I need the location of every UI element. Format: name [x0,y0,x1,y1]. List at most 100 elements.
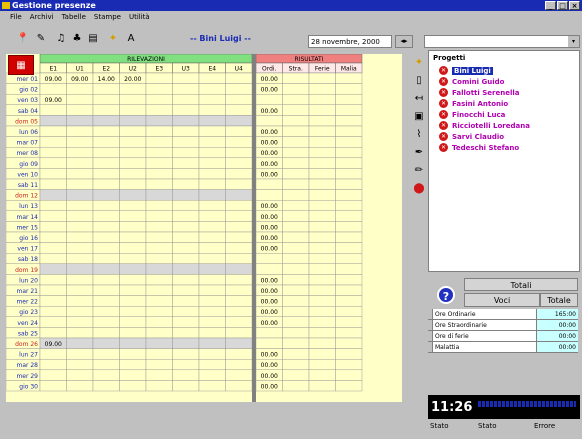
project-item[interactable]: ✕ Ricciotelli Loredana [439,120,530,131]
project-item[interactable]: ✕ Sarvi Claudio [439,131,530,142]
close-circle-icon: ✕ [439,88,448,97]
project-item[interactable]: ✕ Fasini Antonio [439,98,530,109]
grid-cell [198,348,226,360]
help-icon[interactable]: ? [437,286,455,304]
chevron-down-icon[interactable]: ▾ [568,36,579,47]
grid-cell [39,136,67,148]
project-item[interactable]: ✕ Comini Guido [439,76,530,87]
grid-cell [225,189,253,201]
grid-cell-value: 14.00 [98,76,115,83]
grid-cell [225,146,253,158]
grid-cell [308,359,336,371]
totals-row[interactable]: Ore Straordinarie 00:00 [428,320,578,331]
grid-cell-value: 00.00 [261,87,278,94]
day-label: gio 23 [19,309,38,316]
grid-cell-value: 00.00 [261,309,278,316]
grid-cell [172,157,200,169]
grid-cell [172,83,200,95]
grid-cell [39,168,67,180]
grid-cell [282,380,310,392]
grid-cell [119,189,147,201]
grid-cell [308,274,336,286]
grid-cell [308,284,336,296]
grid-cell [335,252,363,264]
grid-cell [282,115,310,127]
calendar-icon[interactable]: ▦ [8,55,34,75]
grid-cell [119,369,147,381]
project-root[interactable]: Progetti [433,54,465,62]
grid-cell [119,104,147,116]
grid-cell-value: 00.00 [261,171,278,178]
grid-cell [198,94,226,106]
group-header-rilevazioni-label: RILEVAZIONI [127,56,165,63]
grid-cell [39,83,67,95]
totals-row[interactable]: Ore di ferie 00:00 [428,331,578,342]
menu-utilita[interactable]: Utilità [129,11,150,24]
project-tree: Progetti ✕ Bini Luigi ✕ Comini Guido ✕ Fallot… [428,50,580,272]
date-field[interactable]: 28 novembre, 2000 [308,35,392,48]
grid-cell [335,284,363,296]
maximize-button[interactable]: □ [557,1,568,10]
column-header-label: U4 [235,66,243,73]
stop-icon[interactable]: ⬤ [412,182,426,196]
pen-icon[interactable]: ✒ [412,146,426,160]
grid-cell [335,369,363,381]
grid-cell [255,94,283,106]
grid-cell [255,189,283,201]
star-icon[interactable]: ✦ [106,32,120,46]
project-item[interactable]: ✕ Bini Luigi [439,65,530,76]
car-icon[interactable]: ♣ [70,32,84,46]
project-item[interactable]: ✕ Finocchi Luca [439,109,530,120]
brush-icon[interactable]: ⌇ [412,128,426,142]
printer-icon[interactable]: ▤ [86,32,100,46]
pin-icon[interactable]: 📍 [16,32,30,46]
grid-cell [225,327,253,339]
project-item[interactable]: ✕ Tedeschi Stefano [439,142,530,153]
page-icon[interactable]: ▯ [412,74,426,88]
date-spinner[interactable]: ◂▸ [395,35,413,48]
pencil-icon[interactable]: ✏ [412,164,426,178]
totals-value: 00:00 [536,342,578,352]
arrow-left-icon[interactable]: ↤ [412,92,426,106]
grid-cell [172,348,200,360]
close-button[interactable]: × [569,1,580,10]
grid-cell [145,125,173,137]
grid-cell [308,337,336,349]
grid-cell [198,178,226,190]
day-label: dom 26 [15,341,38,348]
menu-file[interactable]: File [10,11,22,24]
menu-archivi[interactable]: Archivi [30,11,54,24]
totals-row[interactable]: Malattia 00:00 [428,342,578,353]
grid-cell [282,305,310,317]
grid-cell [119,199,147,211]
save-icon[interactable]: ▣ [412,110,426,124]
day-label: dom 05 [15,118,38,125]
star-tool-icon[interactable]: ✦ [412,56,426,70]
totals-title: Totali [464,278,578,291]
project-combo[interactable]: ▾ [424,35,580,48]
status-label-1: Stato [430,422,449,430]
grid-cell [172,359,200,371]
grid-cell [308,115,336,127]
grid-cell [308,199,336,211]
grid-cell [335,104,363,116]
grid-cell [145,146,173,158]
text-icon[interactable]: A [124,32,138,46]
grid-cell [172,189,200,201]
grid-cell [198,231,226,243]
totals-row[interactable]: Ore Ordinarie 165:00 [428,309,578,320]
grid-cell [92,125,120,137]
minimize-button[interactable]: _ [545,1,556,10]
grid-cell [225,242,253,254]
bell-icon[interactable]: ♫ [54,32,68,46]
menu-stampe[interactable]: Stampe [94,11,121,24]
project-item[interactable]: ✕ Fallotti Serenella [439,87,530,98]
grid-cell [225,274,253,286]
window-controls: _ □ × [545,1,580,10]
menu-tabelle[interactable]: Tabelle [62,11,86,24]
grid-cell [225,295,253,307]
grid-cell [255,115,283,127]
tag-icon[interactable]: ✎ [34,32,48,46]
grid-cell [308,125,336,137]
project-item-label: Fasini Antonio [452,99,509,108]
